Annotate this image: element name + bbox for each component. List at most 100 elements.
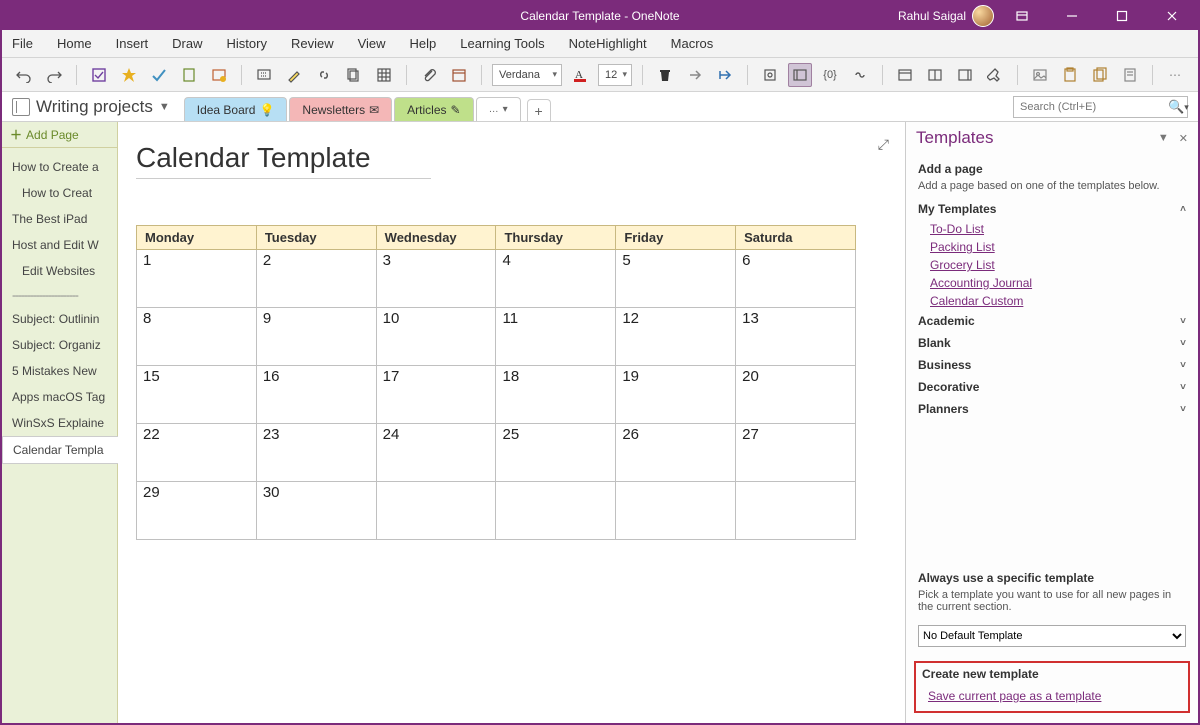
page-title[interactable]: Calendar Template [136,142,431,179]
page-item[interactable]: How to Creat [2,180,117,206]
cat-my-templates[interactable]: My Templates˄ [918,198,1186,220]
cat-business[interactable]: Business˅ [918,354,1186,376]
tool-infinity-icon[interactable] [848,63,872,87]
cal-cell[interactable]: 27 [736,424,856,482]
cal-cell[interactable]: 20 [736,366,856,424]
cal-cell[interactable]: 22 [137,424,257,482]
cat-blank[interactable]: Blank˅ [918,332,1186,354]
font-size-select[interactable]: 12 [598,64,632,86]
avatar[interactable] [972,5,994,27]
tag-important-icon[interactable] [117,63,141,87]
tag-page-icon[interactable] [177,63,201,87]
cal-cell[interactable]: 24 [376,424,496,482]
undo-icon[interactable] [12,63,36,87]
clip3-icon[interactable] [1088,63,1112,87]
cal-cell[interactable]: 17 [376,366,496,424]
menu-review[interactable]: Review [291,36,334,51]
cal-cell[interactable]: 13 [736,308,856,366]
close-button[interactable] [1150,2,1194,30]
search-scope-dropdown[interactable]: ▾ [1184,102,1189,113]
menu-view[interactable]: View [358,36,386,51]
tpl-link[interactable]: Calendar Custom [918,292,1186,310]
menu-draw[interactable]: Draw [172,36,202,51]
cat-decorative[interactable]: Decorative˅ [918,376,1186,398]
page-item[interactable]: Edit Websites [2,258,117,284]
tool-b-icon[interactable] [788,63,812,87]
cal-cell[interactable]: 23 [256,424,376,482]
link-icon[interactable] [312,63,336,87]
font-name-select[interactable]: Verdana [492,64,562,86]
arrow-right-icon[interactable] [683,63,707,87]
tab-articles[interactable]: Articles✎ [394,97,473,121]
calendar-table[interactable]: Monday Tuesday Wednesday Thursday Friday… [136,225,856,540]
tool-a-icon[interactable] [758,63,782,87]
minimize-button[interactable] [1050,2,1094,30]
cal-cell[interactable]: 19 [616,366,736,424]
menu-help[interactable]: Help [410,36,437,51]
pin-icon[interactable] [983,63,1007,87]
default-template-select[interactable]: No Default Template [918,625,1186,647]
highlighter-icon[interactable] [282,63,306,87]
table-icon[interactable] [372,63,396,87]
cal-cell[interactable] [616,482,736,540]
cal-cell[interactable]: 12 [616,308,736,366]
redo-icon[interactable] [42,63,66,87]
cat-planners[interactable]: Planners˅ [918,398,1186,420]
pic-icon[interactable] [1028,63,1052,87]
cal-cell[interactable]: 8 [137,308,257,366]
tab-newsletters[interactable]: Newsletters✉ [289,97,392,121]
tag-check-icon[interactable] [147,63,171,87]
tpl-link[interactable]: Packing List [918,238,1186,256]
fullscreen-icon[interactable]: ⤢ [878,136,889,153]
cal-cell[interactable]: 29 [137,482,257,540]
cal-cell[interactable]: 10 [376,308,496,366]
menu-insert[interactable]: Insert [116,36,149,51]
panel-close-icon[interactable]: ✕ [1179,132,1188,145]
copy-icon[interactable] [342,63,366,87]
tool-c-icon[interactable]: {0} [818,63,842,87]
search-input[interactable] [1014,101,1168,113]
cal-cell[interactable]: 3 [376,250,496,308]
search-icon[interactable]: 🔍 [1168,99,1184,115]
page-item[interactable]: WinSxS Explaine [2,410,117,436]
page-item[interactable]: The Best iPad [2,206,117,232]
font-color-icon[interactable]: A [568,63,592,87]
layout1-icon[interactable] [893,63,917,87]
tab-more[interactable]: … ▾ [476,97,521,121]
menu-home[interactable]: Home [57,36,92,51]
cal-cell[interactable]: 18 [496,366,616,424]
todo-icon[interactable] [87,63,111,87]
screenclip-icon[interactable] [252,63,276,87]
page-item-selected[interactable]: Calendar Templa [2,436,118,464]
cal-cell[interactable]: 5 [616,250,736,308]
tpl-link[interactable]: To-Do List [918,220,1186,238]
save-as-template-link[interactable]: Save current page as a template [928,689,1101,703]
cal-cell[interactable] [496,482,616,540]
date-icon[interactable] [447,63,471,87]
tpl-link[interactable]: Grocery List [918,256,1186,274]
delete-icon[interactable] [653,63,677,87]
cal-cell[interactable]: 25 [496,424,616,482]
cat-academic[interactable]: Academic˅ [918,310,1186,332]
cal-cell[interactable]: 6 [736,250,856,308]
page-content[interactable]: ⤢ Calendar Template Monday Tuesday Wedne… [118,122,905,723]
cal-cell[interactable]: 16 [256,366,376,424]
arrow-right2-icon[interactable] [713,63,737,87]
menu-file[interactable]: File [12,36,33,51]
maximize-button[interactable] [1100,2,1144,30]
layout3-icon[interactable] [953,63,977,87]
menu-history[interactable]: History [227,36,267,51]
page-item[interactable]: How to Create a [2,154,117,180]
cal-cell[interactable]: 30 [256,482,376,540]
tag-star-icon[interactable] [207,63,231,87]
menu-macros[interactable]: Macros [671,36,714,51]
layout2-icon[interactable] [923,63,947,87]
cal-cell[interactable]: 2 [256,250,376,308]
page-item[interactable]: Host and Edit W [2,232,117,258]
cal-cell[interactable] [376,482,496,540]
clip4-icon[interactable] [1118,63,1142,87]
add-section-button[interactable]: + [527,99,551,121]
clip2-icon[interactable] [1058,63,1082,87]
tpl-link[interactable]: Accounting Journal [918,274,1186,292]
ribbon-mode-icon[interactable] [1000,2,1044,30]
